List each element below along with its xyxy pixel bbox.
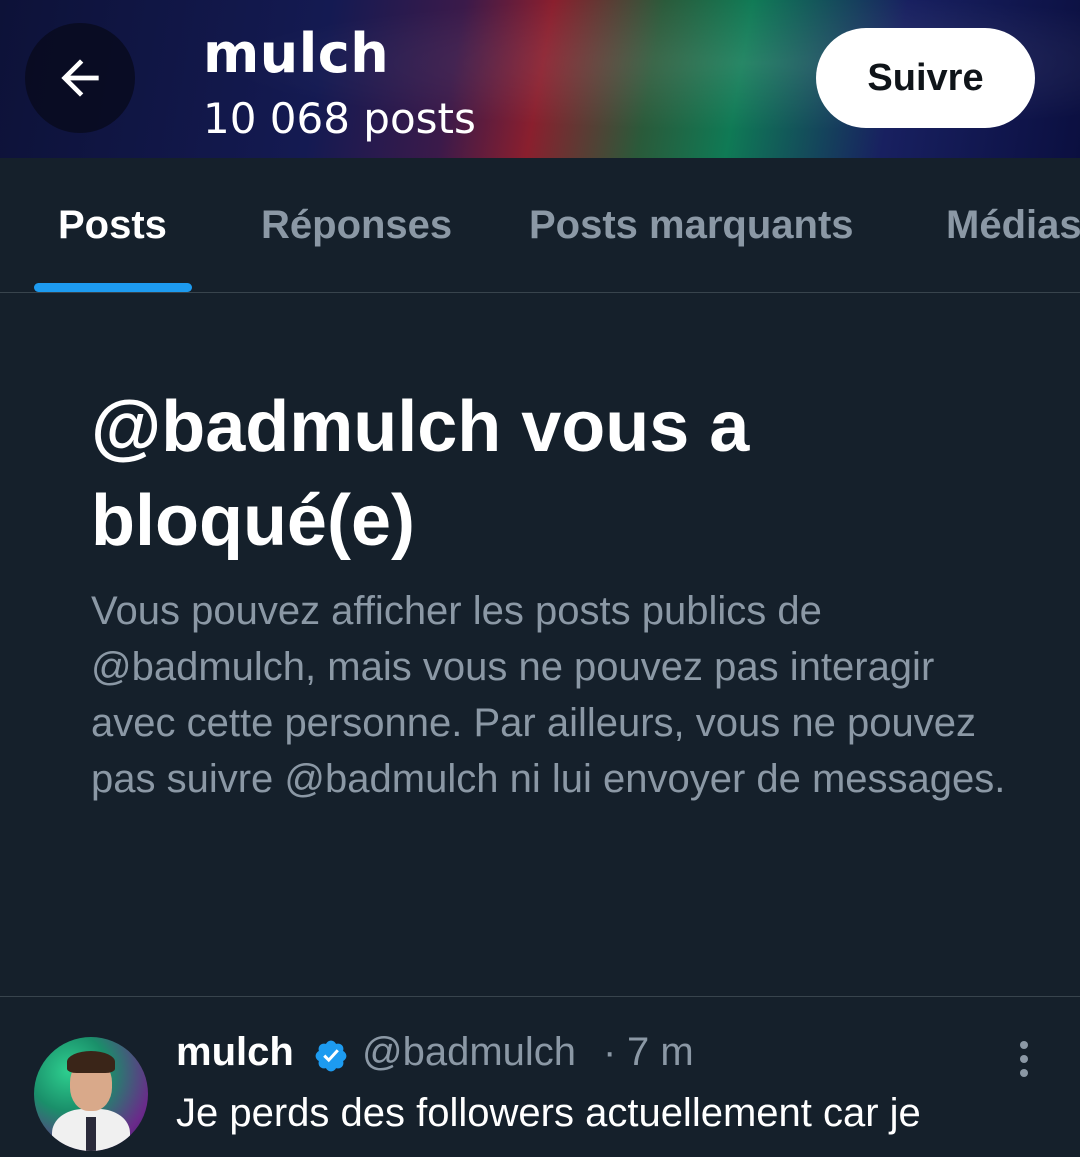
tab-replies[interactable]: Réponses [261,158,452,292]
verified-badge-icon [315,1040,347,1072]
more-vertical-icon[interactable] [1008,1038,1040,1080]
blocked-title: @badmulch vous a bloqué(e) [91,387,750,561]
blocked-description: Vous pouvez afficher les posts publics d… [91,589,1006,801]
post-author-name[interactable]: mulch [176,1030,294,1075]
divider [0,996,1080,997]
profile-tabs: Posts Réponses Posts marquants Médias [0,158,1080,293]
post-author-handle[interactable]: @badmulch [362,1030,576,1075]
active-tab-indicator [34,283,192,292]
avatar[interactable] [34,1037,148,1151]
arrow-left-icon [61,59,99,97]
tab-posts[interactable]: Posts [58,158,167,292]
tab-highlights[interactable]: Posts marquants [529,158,854,292]
profile-banner: mulch 10 068 posts Suivre [0,0,1080,158]
post-count: 10 068 posts [203,94,476,143]
follow-button[interactable]: Suivre [816,28,1035,128]
post-separator: · [603,1030,617,1074]
post-text[interactable]: Je perds des followers actuellement car … [176,1085,1056,1141]
profile-name: mulch [203,22,390,85]
back-button[interactable] [25,23,135,133]
post-timestamp[interactable]: 7 m [627,1030,694,1075]
tab-media[interactable]: Médias [946,158,1080,292]
